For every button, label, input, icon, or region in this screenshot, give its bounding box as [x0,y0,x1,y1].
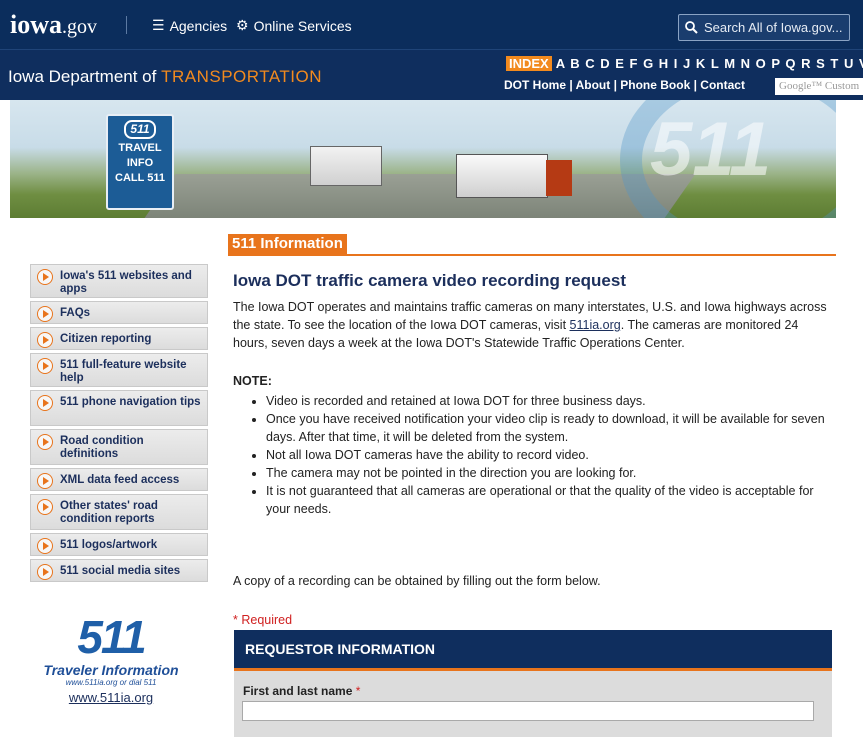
note-label: NOTE: [233,374,272,388]
traveler-info-logo[interactable]: 511 Traveler Information www.511ia.org o… [36,612,186,705]
sidebar-item-label: 511 phone navigation tips [60,396,201,408]
sidebar-item-xml-feed[interactable]: XML data feed access [30,468,208,491]
gear-icon: ⚙ [236,17,249,33]
logo-main: iowa [10,10,62,39]
name-field-label: First and last name * [243,684,360,698]
sidebar-item-faqs[interactable]: FAQs [30,301,208,324]
sidebar-item-label: XML data feed access [60,474,180,486]
sign-line-3: CALL 511 [115,172,165,184]
sidebar-item-citizen-reporting[interactable]: Citizen reporting [30,327,208,350]
search-placeholder: Search All of Iowa.gov... [704,20,843,35]
sidebar-item-website-help[interactable]: 511 full-feature website help [30,353,208,387]
list-item: Not all Iowa DOT cameras have the abilit… [266,446,833,464]
truck-cab-image [546,160,572,196]
required-note: * Required [233,613,293,627]
department-highlight: TRANSPORTATION [161,67,323,86]
az-index: INDEX A B C D E F G H I J K L M N O P Q … [506,55,863,72]
section-divider [228,254,836,256]
arrow-right-icon [37,269,53,285]
google-search-input[interactable]: Google™ Custom [775,78,863,95]
sidebar-item-logos-artwork[interactable]: 511 logos/artwork [30,533,208,556]
sidebar-item-label: FAQs [60,307,91,319]
sidebar-item-label: Road condition definitions [60,435,144,460]
agencies-link[interactable]: ☰ Agencies [152,17,227,34]
logo-tagline: www.511ia.org or dial 511 [65,678,157,687]
highway-road [144,174,696,218]
travel-info-sign: 511 TRAVEL INFO CALL 511 [106,114,174,210]
index-letters[interactable]: A B C D E F G H I J K L M N O P Q R S T … [556,56,863,71]
sidebar-item-label: 511 logos/artwork [60,539,158,551]
arrow-right-icon [37,434,53,450]
intro-paragraph: The Iowa DOT operates and maintains traf… [233,298,833,352]
arrow-right-icon [37,306,53,322]
online-services-link[interactable]: ⚙ Online Services [236,17,352,34]
sidebar-item-other-states[interactable]: Other states' road condition reports [30,494,208,530]
list-icon: ☰ [152,17,165,33]
truck-image [456,154,548,198]
list-item: The camera may not be pointed in the dir… [266,464,833,482]
banner-511-text: 511 [650,107,772,192]
hero-banner: 511 511 TRAVEL INFO CALL 511 [10,100,836,218]
truck-image [310,146,382,186]
list-item: Once you have received notification your… [266,410,833,446]
search-icon [685,21,698,34]
list-item: It is not guaranteed that all cameras ar… [266,482,833,518]
sidebar-item-websites-apps[interactable]: Iowa's 511 websites and apps [30,264,208,298]
sidebar-item-label: Other states' road condition reports [60,500,158,525]
required-star: * [355,684,361,698]
department-prefix: Iowa Department of [8,67,162,86]
main-content: Iowa DOT traffic camera video recording … [233,270,833,627]
name-label-text: First and last name [243,684,353,698]
header-divider [126,16,127,34]
iowa-gov-logo[interactable]: iowa.gov [10,10,97,42]
search-input[interactable]: Search All of Iowa.gov... [678,14,850,41]
sign-line-1: TRAVEL [118,142,162,154]
sidebar-item-label: Citizen reporting [60,333,152,345]
online-services-label: Online Services [253,17,352,34]
arrow-right-icon [37,358,53,374]
511ia-link[interactable]: www.511ia.org [36,690,186,705]
511-logo-mark: 511 [77,611,146,663]
sidebar-item-label: 511 social media sites [60,565,181,577]
sidebar-item-phone-tips[interactable]: 511 phone navigation tips [30,390,208,426]
department-bar: Iowa Department of TRANSPORTATION INDEX … [0,49,863,100]
department-name[interactable]: Iowa Department of TRANSPORTATION [8,67,322,87]
511ia-link[interactable]: 511ia.org [570,318,621,332]
sidebar-item-road-condition[interactable]: Road condition definitions [30,429,208,465]
logo-title: Traveler Information [43,662,179,678]
name-field[interactable] [242,701,814,721]
site-header: iowa.gov ☰ Agencies ⚙ Online Services Se… [0,0,863,49]
agencies-label: Agencies [169,17,228,34]
section-title: 511 Information [228,234,347,254]
arrow-right-icon [37,499,53,515]
sidebar-nav: Iowa's 511 websites and apps FAQs Citize… [30,264,208,585]
logo-suffix: .gov [62,16,97,38]
arrow-right-icon [37,332,53,348]
sidebar-item-social-media[interactable]: 511 social media sites [30,559,208,582]
form-section-header: REQUESTOR INFORMATION [234,630,832,671]
arrow-right-icon [37,473,53,489]
list-item: Video is recorded and retained at Iowa D… [266,392,833,410]
page-title: Iowa DOT traffic camera video recording … [233,271,627,290]
department-nav-links[interactable]: DOT Home | About | Phone Book | Contact [504,78,745,92]
sidebar-item-label: Iowa's 511 websites and apps [60,270,192,295]
sign-badge: 511 [124,120,156,139]
arrow-right-icon [37,395,53,411]
index-label: INDEX [506,56,552,71]
copy-instructions: A copy of a recording can be obtained by… [233,574,601,588]
note-list: Video is recorded and retained at Iowa D… [233,392,833,518]
arrow-right-icon [37,564,53,580]
sidebar-item-label: 511 full-feature website help [60,359,187,384]
sign-line-2: INFO [126,157,154,169]
arrow-right-icon [37,538,53,554]
requestor-form: REQUESTOR INFORMATION First and last nam… [234,630,832,737]
